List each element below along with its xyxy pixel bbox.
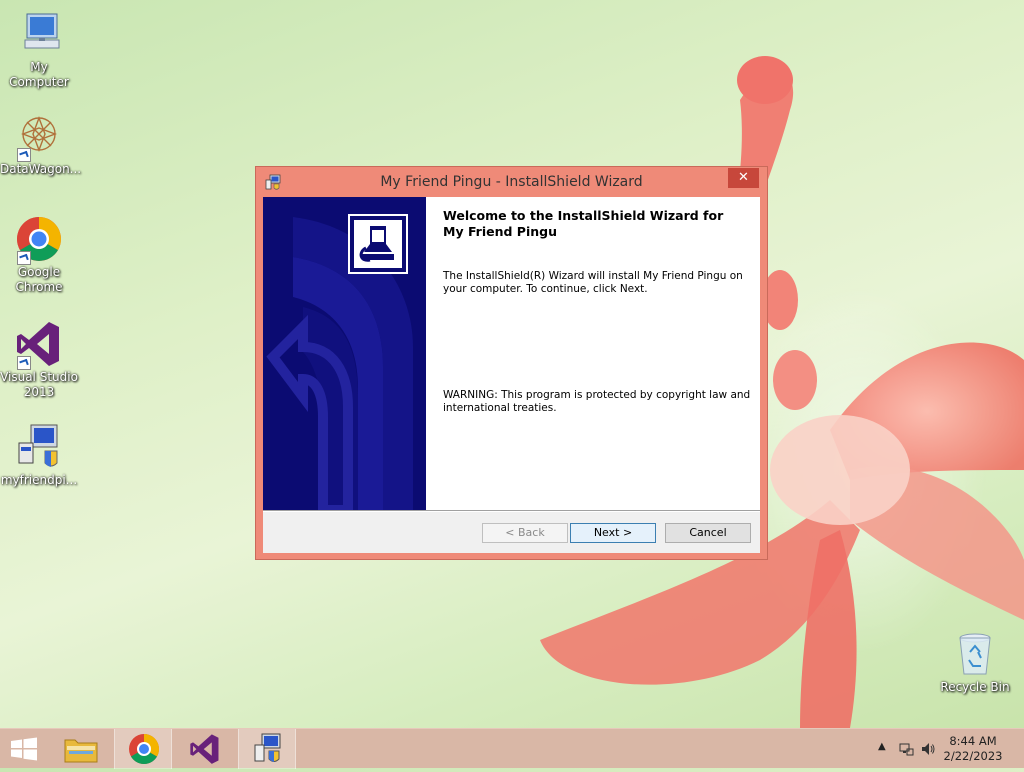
close-button[interactable]: ✕	[728, 168, 759, 188]
installshield-wizard-window: My Friend Pingu - InstallShield Wizard ✕	[255, 166, 768, 560]
next-button[interactable]: Next >	[570, 523, 656, 543]
volume-icon[interactable]	[920, 741, 936, 757]
recycle-bin-icon	[951, 630, 999, 678]
desktop-icon-chrome[interactable]: Google Chrome	[0, 215, 78, 295]
taskbar-file-explorer[interactable]	[52, 729, 110, 769]
shortcut-arrow-icon	[17, 251, 31, 265]
system-tray: ▲ 8:44 AM 2/22/2023	[864, 729, 1024, 769]
taskbar-installer[interactable]	[238, 729, 296, 769]
clock-date: 2/22/2023	[943, 749, 1003, 763]
start-button[interactable]	[0, 729, 58, 769]
file-explorer-icon	[64, 739, 98, 763]
desktop-icon-installer[interactable]: myfriendpi...	[0, 423, 78, 488]
desktop-icon-label: DataWagon...	[0, 162, 82, 176]
desktop-icon-label: Recycle Bin	[940, 680, 1010, 694]
visual-studio-icon	[15, 320, 63, 370]
shortcut-arrow-icon	[17, 148, 31, 162]
wizard-client-area: Welcome to the InstallShield Wizard for …	[263, 197, 760, 553]
shortcut-arrow-icon	[17, 356, 31, 370]
wizard-content: Welcome to the InstallShield Wizard for …	[348, 197, 760, 510]
desktop-icon-recycle-bin[interactable]: Recycle Bin	[936, 630, 1014, 695]
copyright-warning: WARNING: This program is protected by co…	[443, 389, 751, 414]
show-hidden-icons-icon[interactable]: ▲	[878, 741, 886, 752]
desktop-icon-label: My Computer	[9, 60, 69, 89]
chrome-icon	[129, 734, 160, 765]
desktop-icon-visual-studio[interactable]: Visual Studio 2013	[0, 320, 78, 400]
installer-icon	[254, 733, 281, 762]
installer-icon	[15, 423, 63, 471]
title-bar[interactable]: My Friend Pingu - InstallShield Wizard ✕	[256, 167, 767, 197]
cancel-button[interactable]: Cancel	[665, 523, 751, 543]
desktop-icon-label: Visual Studio 2013	[0, 370, 78, 399]
installshield-logo-icon	[348, 214, 408, 274]
chrome-icon	[15, 215, 63, 265]
clock-time: 8:44 AM	[949, 734, 997, 748]
desktop-icon-label: myfriendpi...	[0, 473, 78, 487]
wizard-heading: Welcome to the InstallShield Wizard for …	[443, 208, 724, 239]
computer-icon	[15, 10, 63, 58]
desktop-icon-label: Google Chrome	[15, 265, 63, 294]
window-title: My Friend Pingu - InstallShield Wizard	[380, 174, 643, 190]
desktop-icon-my-computer[interactable]: My Computer	[0, 10, 78, 90]
wizard-description: The InstallShield(R) Wizard will install…	[443, 270, 743, 295]
visual-studio-icon	[190, 734, 219, 764]
taskbar-visual-studio[interactable]	[176, 729, 234, 769]
taskbar-clock[interactable]: 8:44 AM 2/22/2023	[938, 734, 1008, 764]
back-button[interactable]: < Back	[482, 523, 568, 543]
network-icon[interactable]	[898, 741, 914, 757]
taskbar-chrome[interactable]	[114, 729, 172, 769]
start-icon	[11, 737, 37, 761]
datawagon-icon	[15, 112, 63, 162]
desktop-icon-datawagon[interactable]: DataWagon...	[0, 112, 82, 177]
taskbar: ▲ 8:44 AM 2/22/2023	[0, 728, 1024, 769]
button-separator	[263, 510, 760, 512]
